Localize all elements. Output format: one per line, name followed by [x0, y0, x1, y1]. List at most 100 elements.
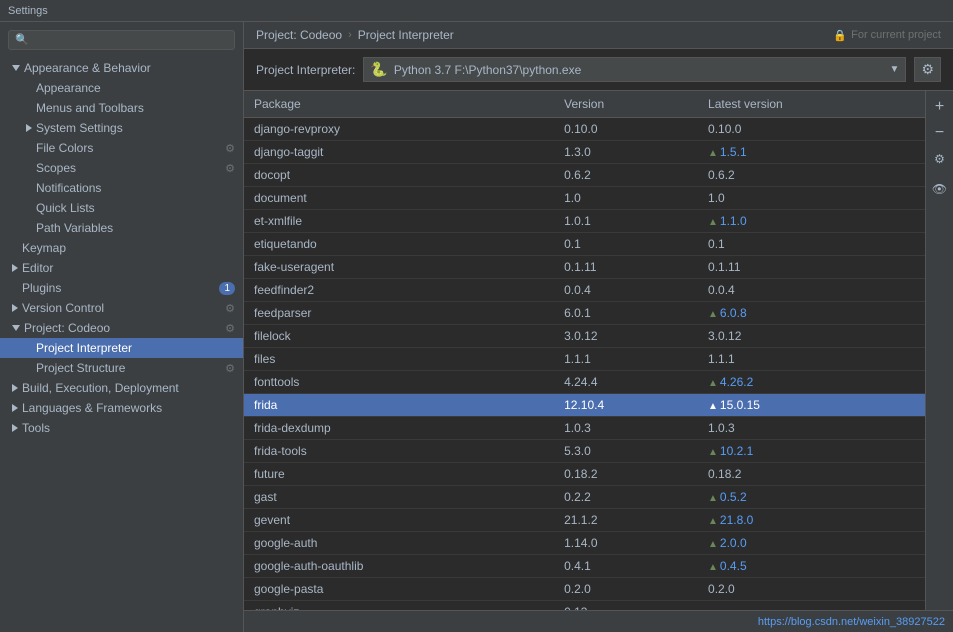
up-arrow-icon: ▲ — [708, 309, 718, 320]
cell-package: fake-useragent — [244, 256, 554, 279]
table-row[interactable]: feedfinder2 0.0.4 0.0.4 — [244, 279, 925, 302]
up-arrow-icon: ▲ — [708, 493, 718, 504]
sidebar-item-tools[interactable]: Tools — [0, 418, 243, 438]
table-row[interactable]: google-pasta 0.2.0 0.2.0 — [244, 578, 925, 601]
cell-latest: 0.2.0 — [698, 578, 925, 601]
table-row[interactable]: filelock 3.0.12 3.0.12 — [244, 325, 925, 348]
table-row[interactable]: google-auth-oauthlib 0.4.1 ▲0.4.5 — [244, 555, 925, 578]
sidebar-item-notifications[interactable]: Notifications — [0, 178, 243, 198]
table-row[interactable]: google-auth 1.14.0 ▲2.0.0 — [244, 532, 925, 555]
sidebar-item-label: Keymap — [22, 241, 235, 255]
interpreter-value: Python 3.7 F:\Python37\python.exe — [394, 63, 581, 77]
sidebar-item-editor[interactable]: Editor — [0, 258, 243, 278]
sidebar-item-label: Notifications — [36, 181, 235, 195]
cell-version: 0.6.2 — [554, 164, 698, 187]
sidebar-item-label: Project Interpreter — [36, 341, 235, 355]
cell-latest: 0.10.0 — [698, 118, 925, 141]
up-arrow-icon: ▲ — [708, 562, 718, 573]
status-url: https://blog.csdn.net/weixin_38927522 — [758, 616, 945, 628]
sidebar-item-version-control[interactable]: Version Control⚙ — [0, 298, 243, 318]
cell-package: feedparser — [244, 302, 554, 325]
sidebar-item-label: Version Control — [22, 301, 221, 315]
table-row[interactable]: files 1.1.1 1.1.1 — [244, 348, 925, 371]
sidebar-item-keymap[interactable]: Keymap — [0, 238, 243, 258]
settings-small-icon: ⚙ — [225, 362, 235, 375]
main-layout: Appearance & BehaviorAppearanceMenus and… — [0, 22, 953, 632]
cell-version: 0.4.1 — [554, 555, 698, 578]
table-row[interactable]: feedparser 6.0.1 ▲6.0.8 — [244, 302, 925, 325]
sidebar-item-label: Project Structure — [36, 361, 221, 375]
table-row[interactable]: frida-dexdump 1.0.3 1.0.3 — [244, 417, 925, 440]
breadcrumb-arrow: › — [348, 29, 352, 41]
table-container: Package Version Latest version django-re… — [244, 91, 953, 610]
sidebar-item-languages-frameworks[interactable]: Languages & Frameworks — [0, 398, 243, 418]
triangle-right-icon — [12, 404, 18, 412]
table-row[interactable]: gevent 21.1.2 ▲21.8.0 — [244, 509, 925, 532]
table-scroll[interactable]: Package Version Latest version django-re… — [244, 91, 925, 610]
remove-package-button[interactable]: − — [928, 121, 952, 145]
cell-package: filelock — [244, 325, 554, 348]
cell-latest: ▲1.5.1 — [698, 141, 925, 164]
cell-latest: ▲0.4.5 — [698, 555, 925, 578]
sidebar-item-appearance[interactable]: Appearance — [0, 78, 243, 98]
sidebar-item-label: Quick Lists — [36, 201, 235, 215]
table-row[interactable]: frida-tools 5.3.0 ▲10.2.1 — [244, 440, 925, 463]
add-package-button[interactable]: + — [928, 95, 952, 119]
interpreter-gear-button[interactable]: ⚙ — [914, 57, 941, 82]
cell-package: future — [244, 463, 554, 486]
sidebar-item-appearance-behavior[interactable]: Appearance & Behavior — [0, 58, 243, 78]
table-row[interactable]: fonttools 4.24.4 ▲4.26.2 — [244, 371, 925, 394]
table-row[interactable]: document 1.0 1.0 — [244, 187, 925, 210]
cell-latest: ▲0.5.2 — [698, 486, 925, 509]
sidebar-item-path-variables[interactable]: Path Variables — [0, 218, 243, 238]
cell-latest: 0.18.2 — [698, 463, 925, 486]
search-input[interactable] — [8, 30, 235, 50]
settings-small-icon: ⚙ — [225, 322, 235, 335]
table-row[interactable]: django-revproxy 0.10.0 0.10.0 — [244, 118, 925, 141]
sidebar-item-file-colors[interactable]: File Colors⚙ — [0, 138, 243, 158]
table-row[interactable]: et-xmlfile 1.0.1 ▲1.1.0 — [244, 210, 925, 233]
cell-version: 1.0.3 — [554, 417, 698, 440]
cell-package: graphviz — [244, 601, 554, 611]
up-arrow-icon: ▲ — [708, 378, 718, 389]
cell-latest: ▲21.8.0 — [698, 509, 925, 532]
table-row[interactable]: graphviz 0.13 — [244, 601, 925, 611]
table-row[interactable]: frida 12.10.4 ▲15.0.15 — [244, 394, 925, 417]
cell-package: feedfinder2 — [244, 279, 554, 302]
sidebar-item-plugins[interactable]: Plugins1 — [0, 278, 243, 298]
sidebar-item-label: Editor — [22, 261, 235, 275]
table-row[interactable]: fake-useragent 0.1.11 0.1.11 — [244, 256, 925, 279]
sidebar-item-menus-toolbars[interactable]: Menus and Toolbars — [0, 98, 243, 118]
cell-latest: ▲2.0.0 — [698, 532, 925, 555]
eye-button[interactable]: 👁 — [928, 177, 952, 201]
sidebar-item-system-settings[interactable]: System Settings — [0, 118, 243, 138]
sidebar-item-label: Path Variables — [36, 221, 235, 235]
sidebar-item-project-interpreter[interactable]: Project Interpreter — [0, 338, 243, 358]
sidebar-item-project-structure[interactable]: Project Structure ⚙ — [0, 358, 243, 378]
table-header-row: Package Version Latest version — [244, 91, 925, 118]
interpreter-dropdown-arrow: ▼ — [890, 64, 900, 75]
table-row[interactable]: etiquetando 0.1 0.1 — [244, 233, 925, 256]
settings-button[interactable]: ⚙ — [928, 147, 952, 171]
cell-package: django-taggit — [244, 141, 554, 164]
interpreter-select[interactable]: 🐍 Python 3.7 F:\Python37\python.exe ▼ — [363, 57, 906, 82]
cell-latest: 1.0 — [698, 187, 925, 210]
cell-version: 12.10.4 — [554, 394, 698, 417]
table-row[interactable]: future 0.18.2 0.18.2 — [244, 463, 925, 486]
cell-package: gevent — [244, 509, 554, 532]
cell-package: gast — [244, 486, 554, 509]
settings-small-icon: ⚙ — [225, 162, 235, 175]
cell-version: 1.1.1 — [554, 348, 698, 371]
sidebar-item-label: Tools — [22, 421, 235, 435]
table-row[interactable]: gast 0.2.2 ▲0.5.2 — [244, 486, 925, 509]
sidebar-item-project-codeoo[interactable]: Project: Codeoo⚙ — [0, 318, 243, 338]
table-row[interactable]: docopt 0.6.2 0.6.2 — [244, 164, 925, 187]
breadcrumb-project-label: For current project — [851, 29, 941, 41]
cell-package: google-auth — [244, 532, 554, 555]
triangle-down-icon — [12, 325, 20, 331]
sidebar-item-build-execution[interactable]: Build, Execution, Deployment — [0, 378, 243, 398]
table-row[interactable]: django-taggit 1.3.0 ▲1.5.1 — [244, 141, 925, 164]
sidebar-item-scopes[interactable]: Scopes⚙ — [0, 158, 243, 178]
sidebar-item-quick-lists[interactable]: Quick Lists — [0, 198, 243, 218]
python-icon: 🐍 — [370, 61, 387, 78]
